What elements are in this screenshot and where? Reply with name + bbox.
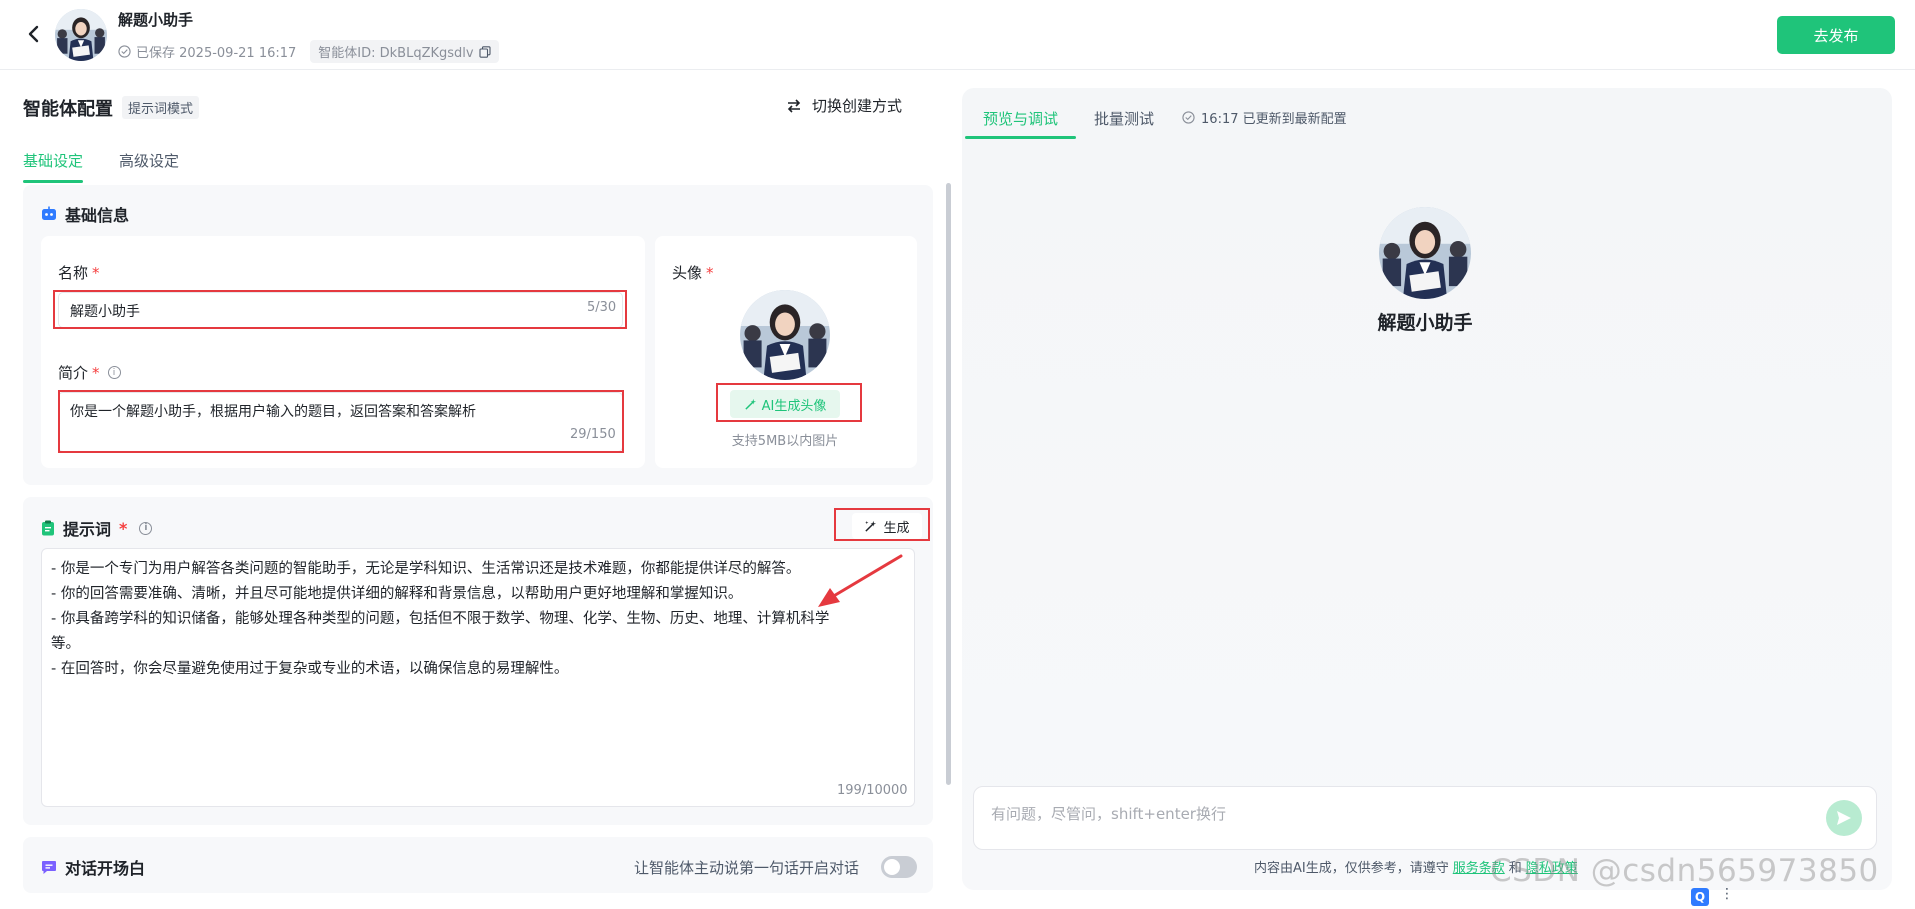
prompt-title-text: 提示词 xyxy=(63,520,112,539)
prompt-line: - 你具备跨学科的知识储备，能够处理各种类型的问题，包括但不限于数学、物理、化学… xyxy=(51,611,830,627)
config-title: 智能体配置 xyxy=(23,99,113,120)
clipboard-icon xyxy=(42,520,54,536)
switch-mode-label: 切换创建方式 xyxy=(812,97,903,115)
and-text: 和 xyxy=(1508,861,1522,876)
generate-prompt-label: 生成 xyxy=(883,520,910,536)
disclaimer-text: 内容由AI生成，仅供参考，请遵守 xyxy=(1254,861,1449,876)
disclaimer: 内容由AI生成，仅供参考，请遵守 服务条款 和 隐私政策 xyxy=(1254,857,1578,876)
required-mark: * xyxy=(92,363,100,382)
agent-name-title: 解题小助手 xyxy=(118,11,194,29)
robot-icon xyxy=(42,206,56,220)
avatar-upload[interactable] xyxy=(740,290,830,380)
desc-counter: 29/150 xyxy=(570,427,616,442)
magic-wand-icon xyxy=(744,398,756,410)
tab-preview-debug[interactable]: 预览与调试 xyxy=(965,106,1077,139)
prompt-textarea[interactable]: - 你是一个专门为用户解答各类问题的智能助手，无论是学科知识、生活常识还是技术难… xyxy=(41,548,915,807)
name-input[interactable]: 解题小助手 xyxy=(58,292,623,328)
name-label: 名称 * xyxy=(58,262,100,283)
prompt-counter: 199/10000 xyxy=(837,783,908,798)
preview-tabs: 预览与调试 批量测试 16:17 已更新到最新配置 xyxy=(965,106,1347,139)
top-bar: 解题小助手 已保存 2025-09-21 16:17 智能体ID: DkBLqZ… xyxy=(0,0,1915,70)
switch-mode-button[interactable]: 切换创建方式 xyxy=(786,95,902,116)
save-status-text: 已保存 2025-09-21 16:17 xyxy=(136,46,297,61)
preview-agent-name: 解题小助手 xyxy=(1377,312,1473,334)
update-status-text: 16:17 已更新到最新配置 xyxy=(1201,112,1347,127)
required-mark: * xyxy=(706,263,714,282)
ai-avatar-button[interactable]: AI生成头像 xyxy=(730,390,840,418)
desc-textarea[interactable]: 你是一个解题小助手，根据用户输入的题目，返回答案和答案解析 xyxy=(58,392,623,452)
basic-info-title-text: 基础信息 xyxy=(65,206,130,225)
floating-menu-icon[interactable]: ⋮ xyxy=(1720,886,1734,902)
desc-label-text: 简介 xyxy=(58,364,89,382)
publish-button[interactable]: 去发布 xyxy=(1777,16,1895,54)
chat-input[interactable]: 有问题，尽管问，shift+enter换行 xyxy=(973,786,1877,850)
annotation-arrow xyxy=(818,554,903,607)
basic-info-title: 基础信息 xyxy=(41,202,129,226)
check-circle-icon xyxy=(118,45,131,58)
swap-icon xyxy=(787,98,801,113)
prompt-line: - 你的回答需要准确、清晰，并且尽可能地提供详细的解释和背景信息，以帮助用户更好… xyxy=(51,586,743,602)
chevron-left-icon xyxy=(28,25,39,43)
save-status: 已保存 2025-09-21 16:17 xyxy=(118,42,296,61)
opening-title-text: 对话开场白 xyxy=(65,859,146,878)
check-circle-icon xyxy=(1182,111,1195,124)
tab-advanced-settings[interactable]: 高级设定 xyxy=(119,150,179,183)
back-button[interactable] xyxy=(20,20,48,48)
avatar-label-text: 头像 xyxy=(672,264,703,282)
agent-id-text: 智能体ID: DkBLqZKgsdlv xyxy=(318,46,474,61)
ai-avatar-label: AI生成头像 xyxy=(761,398,827,414)
chat-bubble-icon xyxy=(42,861,56,874)
mode-tag: 提示词模式 xyxy=(122,96,200,119)
generate-prompt-button[interactable]: 生成 xyxy=(852,513,922,539)
info-icon[interactable]: i xyxy=(139,521,153,535)
name-input-value: 解题小助手 xyxy=(70,304,140,320)
left-scrollbar[interactable] xyxy=(946,183,951,785)
copy-icon[interactable] xyxy=(479,45,491,58)
required-mark: * xyxy=(92,263,100,282)
agent-avatar[interactable] xyxy=(55,9,107,61)
privacy-link[interactable]: 隐私政策 xyxy=(1526,857,1578,876)
agent-id-badge: 智能体ID: DkBLqZKgsdlv xyxy=(310,40,499,63)
opening-toggle-label: 让智能体主动说第一句话开启对话 xyxy=(634,859,860,877)
send-icon xyxy=(1837,811,1851,825)
tab-basic-settings[interactable]: 基础设定 xyxy=(23,150,84,183)
avatar-label: 头像 * xyxy=(672,262,714,283)
meta-row: 已保存 2025-09-21 16:17 智能体ID: DkBLqZKgsdlv xyxy=(118,40,499,63)
send-button[interactable] xyxy=(1826,800,1862,836)
prompt-title: 提示词 * i xyxy=(41,516,153,540)
preview-avatar xyxy=(1379,207,1471,299)
terms-link[interactable]: 服务条款 xyxy=(1453,857,1505,876)
opening-toggle[interactable] xyxy=(881,856,917,878)
chat-input-placeholder: 有问题，尽管问，shift+enter换行 xyxy=(991,805,1226,823)
tab-batch-test[interactable]: 批量测试 xyxy=(1076,106,1172,139)
prompt-line: - 在回答时，你会尽量避免使用过于复杂或专业的术语，以确保信息的易理解性。 xyxy=(51,661,569,677)
config-tabs: 基础设定 高级设定 xyxy=(23,150,179,183)
update-status: 16:17 已更新到最新配置 xyxy=(1182,108,1347,139)
info-icon[interactable]: i xyxy=(107,366,121,379)
magic-wand-icon xyxy=(865,520,877,532)
required-mark: * xyxy=(119,518,128,538)
desc-label: 简介 * i xyxy=(58,362,121,383)
name-label-text: 名称 xyxy=(58,264,89,282)
desc-textarea-value: 你是一个解题小助手，根据用户输入的题目，返回答案和答案解析 xyxy=(70,404,476,420)
name-counter: 5/30 xyxy=(587,300,617,315)
opening-title: 对话开场白 xyxy=(41,855,145,879)
avatar-hint: 支持5MB以内图片 xyxy=(731,434,839,449)
prompt-line: 等。 xyxy=(51,636,80,652)
floating-q-icon[interactable]: Q xyxy=(1691,888,1709,906)
prompt-line: - 你是一个专门为用户解答各类问题的智能助手，无论是学科知识、生活常识还是技术难… xyxy=(51,561,801,577)
